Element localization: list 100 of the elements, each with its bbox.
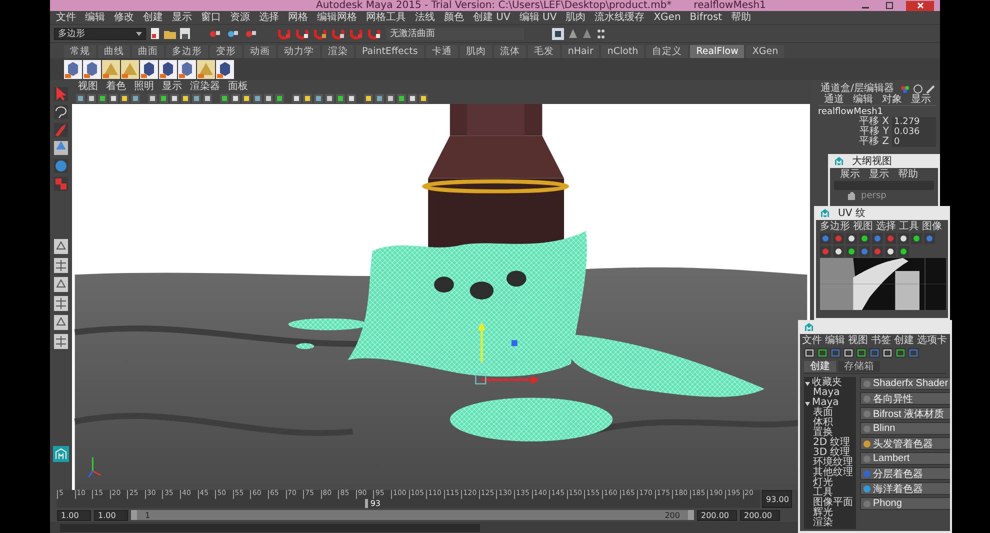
menu-item[interactable]: 显示 (172, 12, 192, 23)
menu-item[interactable]: 着色 (106, 81, 126, 92)
snap-magnet-icon[interactable] (314, 28, 328, 40)
color-dots-icon[interactable] (900, 84, 910, 94)
playhead[interactable] (365, 499, 368, 508)
shelf-tab[interactable]: 变形 (210, 45, 242, 58)
uv-tool-icon[interactable] (859, 233, 870, 244)
cube-tool-icon[interactable] (159, 60, 177, 78)
command-field[interactable] (60, 524, 480, 532)
menu-item[interactable]: 修改 (114, 12, 134, 23)
cube-tool-icon[interactable] (83, 60, 101, 78)
snap-magnet-icon[interactable] (332, 28, 346, 40)
open-folder-icon[interactable] (164, 28, 176, 38)
menu-item[interactable]: 编辑网格 (317, 12, 357, 23)
cube-tool-icon[interactable] (178, 60, 196, 78)
tree-item[interactable]: 其他纹理 (804, 468, 856, 478)
attribute-field[interactable]: 0 (892, 137, 936, 147)
menu-item[interactable]: 视图 (78, 81, 98, 92)
cube-tool-icon[interactable] (216, 60, 234, 78)
menu-item[interactable]: 创建 UV (473, 12, 510, 23)
hypershade-tool-icon[interactable] (895, 348, 906, 358)
hypershade-tool-icon[interactable] (804, 348, 815, 358)
menu-item[interactable]: 视图 (853, 221, 873, 232)
current-frame-field[interactable]: 93.00 (762, 490, 792, 508)
pyramid-tool-icon[interactable] (102, 60, 120, 78)
attribute-field[interactable]: 1.279 (892, 117, 936, 127)
hypershade-tool-icon[interactable] (882, 348, 893, 358)
pencil-icon[interactable] (926, 84, 936, 94)
menu-item[interactable]: 视图 (848, 335, 868, 346)
menu-item[interactable]: 帮助 (898, 169, 918, 180)
menu-item[interactable]: 编辑 (825, 335, 845, 346)
uv-tool-icon[interactable] (898, 233, 909, 244)
pyramid-tool-icon[interactable] (197, 60, 215, 78)
target-icon[interactable] (913, 84, 923, 94)
menu-item[interactable]: 肌肉 (566, 12, 586, 23)
tree-item[interactable]: 图像平面 (804, 498, 856, 508)
tree-item[interactable]: 环境纹理 (804, 458, 856, 468)
menu-item[interactable]: 图像 (922, 221, 942, 232)
save-icon[interactable] (180, 28, 190, 39)
layout-icon[interactable] (54, 239, 68, 254)
menu-item[interactable]: 文件 (56, 12, 76, 23)
rotate-tool-icon[interactable] (54, 159, 68, 173)
dots-grid-icon[interactable] (596, 28, 606, 40)
range-slider-handle[interactable]: 1 200 (131, 510, 694, 520)
layout-icon[interactable] (54, 258, 68, 273)
material-button[interactable]: 海洋着色器 (860, 482, 950, 495)
menu-item[interactable]: 编辑 UV (519, 12, 557, 23)
maya-logo-icon[interactable] (834, 156, 844, 166)
tree-item[interactable]: 体积 (804, 418, 856, 428)
menu-item[interactable]: Bifrost (690, 12, 722, 23)
menu-item[interactable]: 渲染器 (190, 81, 220, 92)
menu-item[interactable]: 窗口 (201, 12, 221, 23)
uv-tool-icon[interactable] (833, 246, 844, 257)
layout-icon[interactable] (54, 296, 68, 311)
start-time-field[interactable]: 1.00 (57, 510, 91, 520)
layout-icon[interactable] (54, 334, 68, 349)
material-button[interactable]: 分层着色器 (860, 467, 950, 480)
material-button[interactable]: Lambert (860, 452, 950, 465)
camera-icon[interactable] (848, 192, 857, 200)
maya-logo-icon[interactable] (804, 322, 814, 332)
tree-item[interactable]: 渲染 (804, 518, 856, 528)
menu-item[interactable]: 显示 (869, 169, 889, 180)
uv-tool-icon[interactable] (885, 246, 896, 257)
menu-item[interactable]: XGen (654, 12, 681, 23)
maximize-icon[interactable] (886, 2, 892, 9)
menu-item[interactable]: 颜色 (444, 12, 464, 23)
menu-item[interactable]: 显示 (162, 81, 182, 92)
uv-tool-icon[interactable] (846, 233, 857, 244)
menu-item[interactable]: 网格 (288, 12, 308, 23)
maya-logo-icon[interactable] (820, 208, 830, 218)
hypershade-tool-icon[interactable] (843, 348, 854, 358)
menu-item[interactable]: 选择 (259, 12, 279, 23)
shelf-tab[interactable]: 渲染 (322, 45, 354, 58)
menu-item[interactable]: 帮助 (731, 12, 752, 23)
menu-item[interactable]: 多边形 (820, 221, 850, 232)
shelf-tab[interactable]: PaintEffects (356, 45, 424, 58)
uv-tool-icon[interactable] (911, 233, 922, 244)
hypershade-tool-icon[interactable] (856, 348, 867, 358)
expanded-triangle-icon[interactable] (805, 380, 810, 386)
maya-logo-icon[interactable] (53, 446, 69, 462)
pyramid-tool-icon[interactable] (121, 60, 139, 78)
menu-item[interactable]: 面板 (228, 81, 248, 92)
tree-node[interactable]: 收藏夹 (812, 378, 842, 388)
tree-item[interactable]: Maya (804, 388, 856, 398)
menu-item[interactable]: 书签 (871, 335, 891, 346)
menu-item[interactable]: 选择 (876, 221, 896, 232)
uv-tool-icon[interactable] (846, 246, 857, 257)
hypershade-tool-icon[interactable] (817, 348, 828, 358)
attribute-field[interactable]: 0.036 (892, 127, 936, 137)
menu-item[interactable]: 对象 (882, 94, 902, 105)
shelf-tab[interactable]: 流体 (494, 45, 526, 58)
shelf-tab[interactable]: 毛发 (528, 45, 560, 58)
shelf-tab[interactable]: 动画 (244, 45, 276, 58)
tree-node[interactable]: Maya (812, 398, 839, 408)
move-gizmo-icon[interactable] (475, 322, 540, 384)
cube-tool-icon[interactable] (64, 60, 82, 78)
tree-item[interactable]: 表面 (804, 408, 856, 418)
shelf-tab[interactable]: 动力学 (278, 45, 320, 58)
menu-item[interactable]: 文件 (802, 335, 822, 346)
mode-dropdown[interactable]: 多边形 (54, 28, 146, 40)
